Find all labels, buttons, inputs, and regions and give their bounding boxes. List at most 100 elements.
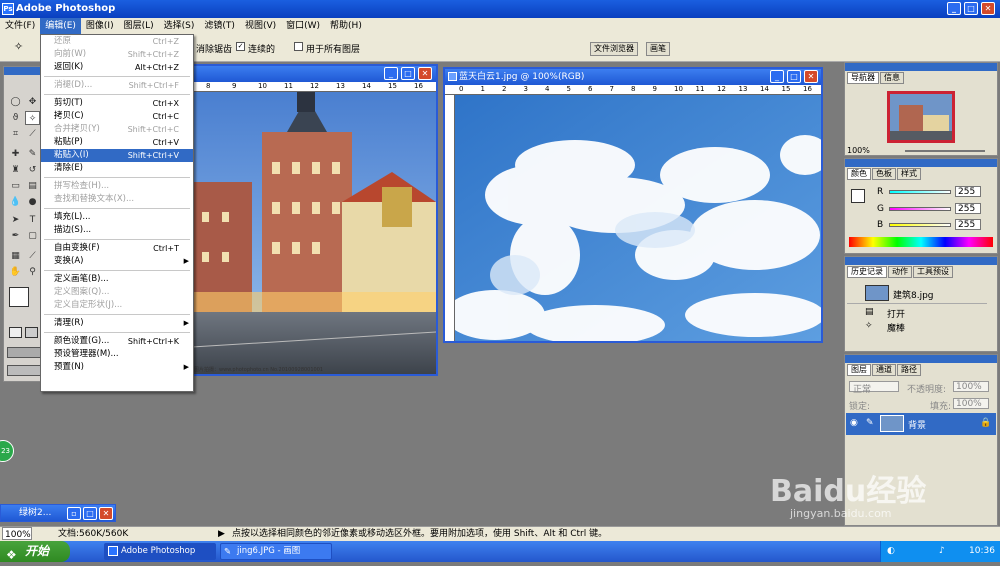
quickmask-mode-icon[interactable] <box>25 327 38 338</box>
edit-menu-item[interactable]: 清除(E) <box>41 162 193 175</box>
menu-filter[interactable]: 滤镜(T) <box>199 18 240 34</box>
tab-actions[interactable]: 动作 <box>888 266 912 278</box>
notes-icon[interactable]: ▦ <box>8 249 23 263</box>
close-button[interactable]: ✕ <box>981 2 995 15</box>
edit-menu-item[interactable]: 预置(N) ▶ <box>41 361 193 374</box>
history-snapshot[interactable]: 建筑8.jpg <box>847 282 987 304</box>
eyedropper-icon[interactable]: ⟋ <box>25 249 40 263</box>
start-button[interactable]: ❖ 开始 <box>0 541 70 562</box>
doc-maximize-button[interactable]: □ <box>401 67 415 80</box>
tab-layers[interactable]: 图层 <box>847 364 871 376</box>
maximize-button[interactable]: □ <box>964 2 978 15</box>
r-slider[interactable] <box>889 190 951 194</box>
tab-history[interactable]: 历史记录 <box>847 266 887 278</box>
marquee-icon[interactable]: ◯ <box>8 95 23 109</box>
tab-tool-presets[interactable]: 工具预设 <box>913 266 953 278</box>
menu-help[interactable]: 帮助(H) <box>325 18 367 34</box>
screen-mode-icon[interactable] <box>7 347 41 358</box>
edit-menu-item[interactable]: 剪切(T) Ctrl+X <box>41 97 193 110</box>
status-zoom[interactable]: 100% <box>2 527 32 540</box>
jump-to-imageready-icon[interactable] <box>7 365 41 376</box>
doc-sky-maximize-button[interactable]: □ <box>787 70 801 83</box>
menu-file[interactable]: 文件(F) <box>0 18 40 34</box>
menu-image[interactable]: 图像(I) <box>81 18 119 34</box>
edit-menu-item[interactable]: 粘贴入(I) Shift+Ctrl+V <box>41 149 193 162</box>
tab-brushes[interactable]: 画笔 <box>646 42 670 56</box>
navigator-zoom[interactable]: 100% <box>847 146 870 155</box>
edit-menu-item[interactable]: 颜色设置(G)... Shift+Ctrl+K <box>41 335 193 348</box>
b-value[interactable]: 255 <box>955 219 981 230</box>
status-doc-size[interactable]: 文档:560K/560K <box>58 527 128 541</box>
all-layers-checkbox[interactable] <box>294 42 303 51</box>
tab-navigator[interactable]: 导航器 <box>847 72 879 84</box>
tab-styles[interactable]: 样式 <box>897 168 921 180</box>
move-icon[interactable]: ✥ <box>25 95 40 109</box>
lasso-icon[interactable]: ϑ <box>8 111 23 125</box>
g-value[interactable]: 255 <box>955 203 981 214</box>
crop-icon[interactable]: ⌗ <box>8 127 23 141</box>
opacity-input[interactable]: 100% <box>953 381 989 392</box>
tab-color[interactable]: 颜色 <box>847 168 871 180</box>
blur-icon[interactable]: 💧 <box>8 195 23 209</box>
eraser-icon[interactable]: ▭ <box>8 179 23 193</box>
healing-brush-icon[interactable]: ✚ <box>8 147 23 161</box>
layer-visibility-eye-icon[interactable]: ◉ <box>850 418 858 428</box>
menu-window[interactable]: 窗口(W) <box>281 18 325 34</box>
tab-info[interactable]: 信息 <box>880 72 904 84</box>
tab-file-browser[interactable]: 文件浏览器 <box>590 42 638 56</box>
blend-mode-select[interactable]: 正常 <box>849 381 899 395</box>
task-photoshop[interactable]: Adobe Photoshop <box>104 543 216 560</box>
history-step-wand[interactable]: 魔棒 <box>887 321 905 334</box>
zoom-icon[interactable]: ⚲ <box>25 265 40 279</box>
hand-icon[interactable]: ✋ <box>8 265 23 279</box>
contiguous-checkbox[interactable]: ✓ <box>236 42 245 51</box>
menu-edit[interactable]: 编辑(E) <box>40 18 81 34</box>
edit-menu-item[interactable]: 描边(S)... <box>41 224 193 237</box>
g-slider[interactable] <box>889 207 951 211</box>
foreground-color[interactable] <box>9 287 29 307</box>
min-doc-close-button[interactable]: ✕ <box>99 507 113 520</box>
stamp-icon[interactable]: ♜ <box>8 163 23 177</box>
doc-close-button[interactable]: ✕ <box>418 67 432 80</box>
doc-minimize-button[interactable]: _ <box>384 67 398 80</box>
tab-swatches[interactable]: 色板 <box>872 168 896 180</box>
edit-menu-item[interactable]: 变换(A) ▶ <box>41 255 193 268</box>
tab-paths[interactable]: 路径 <box>897 364 921 376</box>
color-spectrum-bar[interactable] <box>849 237 993 247</box>
tray-network-icon[interactable]: ◐ <box>887 541 895 562</box>
min-doc-maximize-button[interactable]: □ <box>83 507 97 520</box>
menu-select[interactable]: 选择(S) <box>159 18 200 34</box>
menu-layer[interactable]: 图层(L) <box>119 18 159 34</box>
edit-menu-item[interactable]: 返回(K) Alt+Ctrl+Z <box>41 61 193 74</box>
min-doc-restore-button[interactable]: ▫ <box>67 507 81 520</box>
tray-volume-icon[interactable]: ♪ <box>939 541 945 562</box>
slice-icon[interactable]: ⟋ <box>25 127 40 141</box>
layer-row-background[interactable]: ◉ ✎ 背景 🔒 <box>846 413 996 435</box>
minimize-button[interactable]: _ <box>947 2 961 15</box>
b-slider[interactable] <box>889 223 951 227</box>
color-fg-swatch[interactable] <box>851 189 865 203</box>
doc-sky-minimize-button[interactable]: _ <box>770 70 784 83</box>
edit-menu-item[interactable]: 清理(R) ▶ <box>41 317 193 330</box>
r-value[interactable]: 255 <box>955 186 981 197</box>
edit-menu-item[interactable]: 定义画笔(B)... <box>41 273 193 286</box>
edit-menu-item[interactable]: 填充(L)... <box>41 211 193 224</box>
navigator-zoom-slider[interactable] <box>905 150 985 152</box>
tab-channels[interactable]: 通道 <box>872 364 896 376</box>
dodge-icon[interactable]: ● <box>25 195 40 209</box>
standard-mode-icon[interactable] <box>9 327 22 338</box>
edit-menu-item[interactable]: 预设管理器(M)... <box>41 348 193 361</box>
menu-view[interactable]: 视图(V) <box>240 18 281 34</box>
path-select-icon[interactable]: ➤ <box>8 213 23 227</box>
gradient-icon[interactable]: ▤ <box>25 179 40 193</box>
fill-input[interactable]: 100% <box>953 398 989 409</box>
history-step-open[interactable]: 打开 <box>887 307 905 320</box>
edit-menu-item[interactable]: 粘贴(P) Ctrl+V <box>41 136 193 149</box>
minimized-doc-window[interactable]: 绿树2... ▫ □ ✕ <box>0 504 116 522</box>
magic-wand-tool-icon[interactable]: ✧ <box>25 111 40 125</box>
task-paint[interactable]: ✎ jing6.JPG - 画图 <box>220 543 332 560</box>
history-brush-icon[interactable]: ↺ <box>25 163 40 177</box>
shape-icon[interactable]: ▢ <box>25 229 40 243</box>
edit-menu-item[interactable]: 拷贝(C) Ctrl+C <box>41 110 193 123</box>
edit-menu-item[interactable]: 自由变换(F) Ctrl+T <box>41 242 193 255</box>
